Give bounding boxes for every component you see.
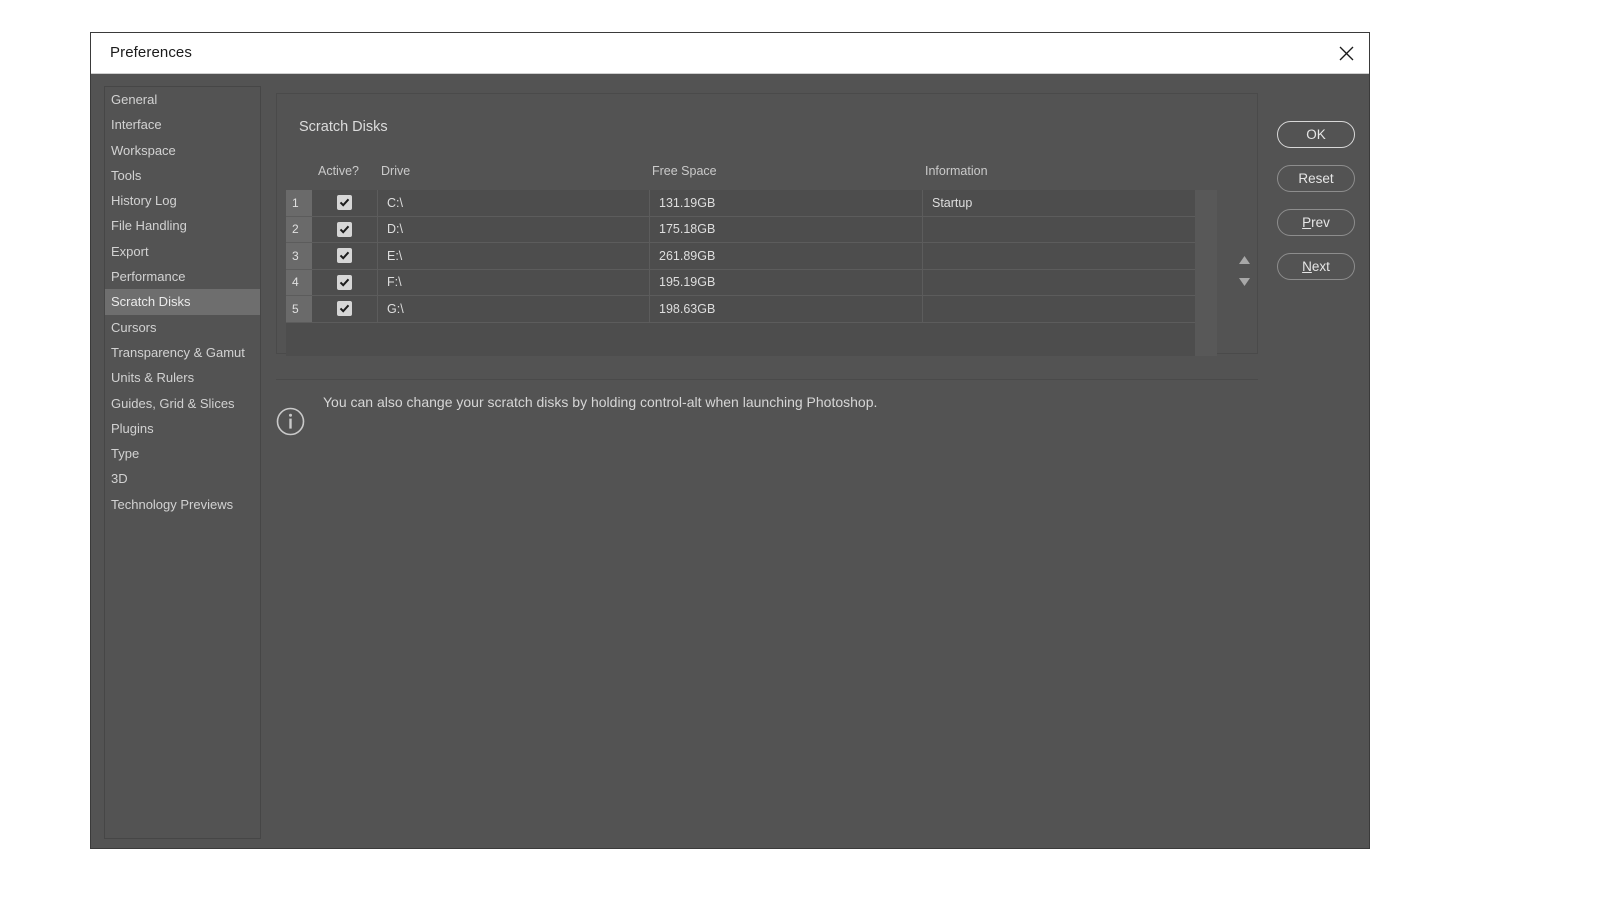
- sidebar-item-type[interactable]: Type: [105, 441, 260, 466]
- arrow-up-icon[interactable]: [1233, 249, 1255, 271]
- dialog-title: Preferences: [110, 44, 192, 61]
- column-header-active: Active?: [318, 164, 359, 178]
- row-drive: F:\: [378, 269, 650, 295]
- sidebar-item-cursors[interactable]: Cursors: [105, 315, 260, 340]
- checkbox-active[interactable]: [337, 274, 352, 290]
- sidebar-item-3d[interactable]: 3D: [105, 466, 260, 491]
- row-index: 3: [286, 243, 312, 269]
- scratch-disks-group-label: Scratch Disks: [291, 119, 396, 135]
- row-information: [923, 217, 1195, 243]
- row-index: 2: [286, 216, 312, 242]
- info-icon: [276, 407, 305, 436]
- row-information: [923, 296, 1195, 322]
- row-active-cell: [312, 190, 378, 216]
- preferences-category-list[interactable]: General Interface Workspace Tools Histor…: [104, 86, 261, 839]
- row-information: Startup: [932, 195, 973, 210]
- sidebar-item-history-log[interactable]: History Log: [105, 188, 260, 213]
- sidebar-item-file-handling[interactable]: File Handling: [105, 213, 260, 238]
- row-index: 1: [286, 190, 312, 216]
- table-row[interactable]: 1 C:\ 131.19GB Startup: [286, 190, 1217, 217]
- row-free-space: 198.63GB: [650, 296, 923, 322]
- sidebar-item-performance[interactable]: Performance: [105, 264, 260, 289]
- sidebar-item-units-rulers[interactable]: Units & Rulers: [105, 365, 260, 390]
- table-rows-container: 1 C:\ 131.19GB Startup 2 D:\ 175.18GB 3 …: [286, 190, 1217, 356]
- dialog-titlebar: Preferences: [91, 33, 1369, 74]
- ok-button[interactable]: OK: [1277, 121, 1355, 148]
- row-drive: E:\: [378, 243, 650, 269]
- scratch-disks-table: Active? Drive Free Space Information 1 C…: [286, 164, 1217, 356]
- row-drive: D:\: [378, 216, 650, 242]
- table-row[interactable]: 5 G:\ 198.63GB: [286, 296, 1217, 323]
- column-header-drive: Drive: [381, 164, 411, 178]
- sidebar-item-guides-grid-slices[interactable]: Guides, Grid & Slices: [105, 391, 260, 416]
- row-free-space: 175.18GB: [650, 216, 923, 242]
- table-row[interactable]: 4 F:\ 195.19GB: [286, 269, 1217, 296]
- row-active-cell: [312, 296, 378, 322]
- next-button[interactable]: Next: [1277, 253, 1355, 280]
- sidebar-item-transparency-gamut[interactable]: Transparency & Gamut: [105, 340, 260, 365]
- sidebar-item-workspace[interactable]: Workspace: [105, 138, 260, 163]
- dialog-body: General Interface Workspace Tools Histor…: [91, 74, 1369, 848]
- row-active-cell: [312, 243, 378, 269]
- table-row[interactable]: 2 D:\ 175.18GB: [286, 216, 1217, 243]
- row-free-space: 131.19GB: [650, 190, 923, 216]
- prev-button[interactable]: Prev: [1277, 209, 1355, 236]
- arrow-down-icon[interactable]: [1233, 271, 1255, 293]
- dialog-buttons: OK Reset Prev Next: [1277, 121, 1355, 297]
- sidebar-item-scratch-disks[interactable]: Scratch Disks: [105, 289, 260, 315]
- checkbox-active[interactable]: [337, 195, 352, 211]
- row-drive: C:\: [378, 190, 650, 216]
- prev-label-rest: rev: [1311, 215, 1330, 230]
- close-icon[interactable]: [1323, 33, 1369, 73]
- note-text: You can also change your scratch disks b…: [323, 394, 878, 410]
- next-label-rest: ext: [1311, 259, 1330, 274]
- row-drive: G:\: [378, 296, 650, 322]
- column-header-free-space: Free Space: [652, 164, 717, 178]
- reset-button[interactable]: Reset: [1277, 165, 1355, 192]
- section-separator: [276, 379, 1258, 380]
- row-active-cell: [312, 216, 378, 242]
- sidebar-item-interface[interactable]: Interface: [105, 112, 260, 137]
- prev-accelerator: P: [1302, 215, 1312, 230]
- table-vertical-scrollbar[interactable]: [1195, 190, 1217, 356]
- checkbox-active[interactable]: [337, 248, 352, 264]
- table-column-headers: Active? Drive Free Space Information: [286, 164, 1217, 190]
- row-free-space: 195.19GB: [650, 269, 923, 295]
- sidebar-item-technology-previews[interactable]: Technology Previews: [105, 492, 260, 517]
- row-index: 5: [286, 296, 312, 322]
- column-header-information: Information: [925, 164, 988, 178]
- preferences-dialog: Preferences General Interface Workspace …: [90, 32, 1370, 849]
- checkbox-active[interactable]: [337, 221, 352, 237]
- checkbox-active[interactable]: [337, 301, 352, 317]
- row-index: 4: [286, 269, 312, 295]
- reorder-controls: [1233, 249, 1255, 311]
- table-row[interactable]: 3 E:\ 261.89GB: [286, 243, 1217, 270]
- row-information: [923, 243, 1195, 269]
- next-accelerator: N: [1302, 259, 1312, 274]
- sidebar-item-general[interactable]: General: [105, 87, 260, 112]
- sidebar-item-plugins[interactable]: Plugins: [105, 416, 260, 441]
- row-information: [923, 270, 1195, 296]
- row-free-space: 261.89GB: [650, 243, 923, 269]
- sidebar-item-export[interactable]: Export: [105, 239, 260, 264]
- sidebar-item-tools[interactable]: Tools: [105, 163, 260, 188]
- row-active-cell: [312, 269, 378, 295]
